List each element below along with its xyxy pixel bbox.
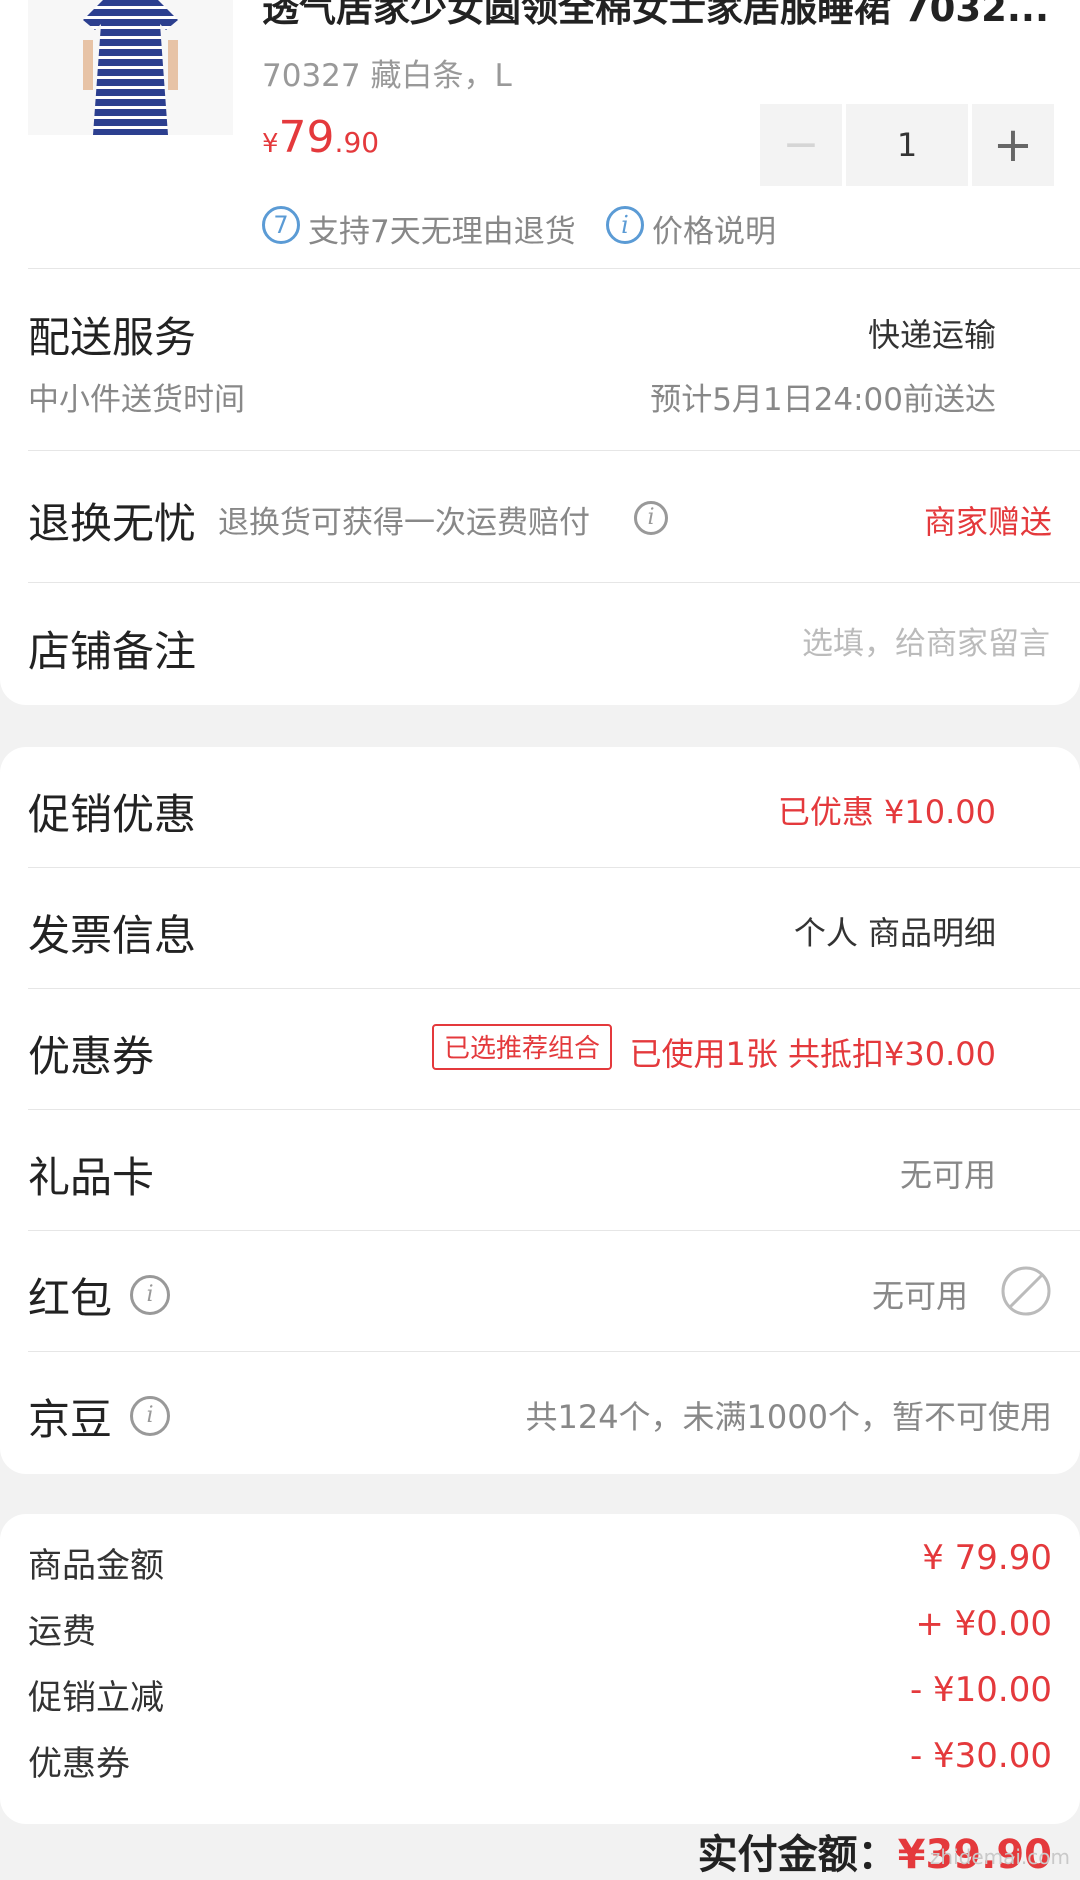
invoice-title: 发票信息: [28, 911, 197, 960]
info-icon[interactable]: i: [130, 1396, 170, 1436]
price-main: 79: [278, 112, 335, 163]
price-symbol: ¥: [262, 129, 279, 159]
return-insurance-title: 退换无忧: [28, 499, 197, 548]
jd-beans-row: 京豆 i 共124个，未满1000个，暂不可使用: [0, 1352, 1080, 1474]
promotion-row[interactable]: 促销优惠 已优惠 ¥10.00: [0, 747, 1080, 867]
store-note-title: 店铺备注: [28, 627, 197, 676]
minus-icon: −: [782, 119, 820, 170]
total-label: 实付金额：: [697, 1832, 898, 1878]
coupon-title: 优惠券: [28, 1032, 155, 1081]
info-icon[interactable]: i: [634, 501, 668, 535]
product-price: ¥79.90: [262, 112, 379, 163]
summary-label: 商品金额: [28, 1546, 164, 1586]
coupon-value: 已使用1张 共抵扣¥30.00: [629, 1035, 996, 1073]
coupon-recommended-badge: 已选推荐组合: [432, 1024, 613, 1070]
delivery-eta: 预计5月1日24:00前送达: [650, 382, 996, 418]
invoice-value: 个人 商品明细: [793, 914, 996, 952]
plus-icon: +: [992, 117, 1034, 173]
delivery-title: 配送服务: [28, 313, 197, 362]
summary-row: 运费 + ¥0.00: [0, 1598, 1080, 1658]
discount-card: 促销优惠 已优惠 ¥10.00 发票信息 个人 商品明细 优惠券 已选推荐组合 …: [0, 747, 1080, 1474]
summary-value: - ¥30.00: [909, 1736, 1052, 1776]
red-packet-row: 红包 i 无可用: [0, 1231, 1080, 1351]
watermark: zhidemai.com: [929, 1845, 1070, 1869]
jd-beans-value: 共124个，未满1000个，暂不可使用: [525, 1398, 1052, 1436]
summary-label: 运费: [28, 1612, 96, 1652]
summary-row: 商品金额 ¥ 79.90: [0, 1532, 1080, 1592]
seven-day-return-icon: 7: [262, 206, 300, 244]
product-image[interactable]: [28, 0, 233, 135]
gift-card-title: 礼品卡: [28, 1153, 155, 1202]
red-packet-title: 红包: [28, 1274, 113, 1323]
summary-row: 促销立减 - ¥10.00: [0, 1664, 1080, 1724]
store-note-input[interactable]: [588, 618, 1052, 670]
info-icon[interactable]: i: [130, 1275, 170, 1315]
coupon-row[interactable]: 优惠券 已选推荐组合 已使用1张 共抵扣¥30.00: [0, 989, 1080, 1109]
delivery-service-row[interactable]: 配送服务 快递运输 中小件送货时间 预计5月1日24:00前送达: [0, 268, 1080, 450]
jd-beans-title: 京豆: [28, 1395, 113, 1444]
return-policy-text[interactable]: 支持7天无理由退货: [308, 206, 576, 251]
store-note-row: 店铺备注: [0, 582, 1080, 705]
summary-value: - ¥10.00: [909, 1670, 1052, 1710]
price-explain-link[interactable]: 价格说明: [652, 206, 776, 251]
return-insurance-desc: 退换货可获得一次运费赔付: [218, 505, 590, 541]
red-packet-value: 无可用: [871, 1277, 968, 1315]
summary-label: 促销立减: [28, 1678, 164, 1718]
promotion-title: 促销优惠: [28, 790, 197, 839]
product-spec[interactable]: 70327 藏白条，L: [262, 50, 512, 95]
disabled-icon: [1000, 1265, 1052, 1317]
summary-label: 优惠券: [28, 1744, 130, 1784]
price-summary-card: 商品金额 ¥ 79.90 运费 + ¥0.00 促销立减 - ¥10.00 优惠…: [0, 1514, 1080, 1824]
quantity-input[interactable]: 1: [846, 104, 968, 186]
decrease-button[interactable]: −: [760, 104, 842, 186]
order-item-card: 透气居家少女圆领全棉女士家居服睡裙 7032... 70327 藏白条，L ¥7…: [0, 0, 1080, 705]
price-info-icon[interactable]: i: [606, 206, 644, 244]
invoice-row[interactable]: 发票信息 个人 商品明细: [0, 868, 1080, 988]
increase-button[interactable]: +: [972, 104, 1054, 186]
delivery-subtitle: 中小件送货时间: [28, 382, 245, 418]
summary-value: ¥ 79.90: [922, 1538, 1052, 1578]
price-decimal: .90: [334, 126, 380, 159]
promotion-value: 已优惠 ¥10.00: [777, 793, 996, 831]
gift-card-value: 无可用: [899, 1156, 996, 1194]
return-insurance-row[interactable]: 退换无忧 退换货可获得一次运费赔付 i 商家赠送: [0, 450, 1080, 582]
summary-value: + ¥0.00: [915, 1604, 1052, 1644]
delivery-method: 快递运输: [867, 316, 996, 354]
summary-row: 优惠券 - ¥30.00: [0, 1730, 1080, 1790]
gift-card-row[interactable]: 礼品卡 无可用: [0, 1110, 1080, 1230]
product-title[interactable]: 透气居家少女圆领全棉女士家居服睡裙 7032...: [262, 0, 1052, 32]
return-insurance-status: 商家赠送: [923, 503, 1052, 541]
quantity-stepper: − 1 +: [760, 104, 1054, 186]
